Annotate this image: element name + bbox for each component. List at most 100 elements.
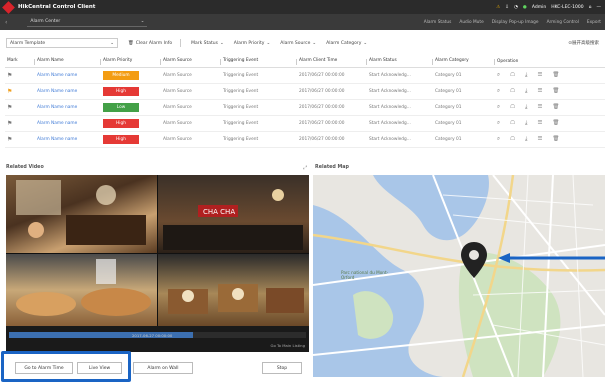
arrow-left-icon <box>498 253 605 263</box>
filter-alarm-source[interactable]: Alarm Source ⌄ <box>280 41 316 46</box>
priority-badge: Low <box>103 102 139 112</box>
warning-icon[interactable]: ⚠ <box>496 5 500 10</box>
alarm-name-cell[interactable]: Alarm Name name <box>35 99 101 116</box>
filter-mark-status[interactable]: Mark Status ⌄ <box>191 41 224 46</box>
table-header: Mark Alarm Name Alarm Priority Alarm Sou… <box>5 56 605 68</box>
advanced-search-label: 展开高级搜索 <box>572 41 599 46</box>
user-label[interactable]: Admin <box>532 5 546 10</box>
alarm-on-wall-button[interactable]: Alarm on Wall <box>133 362 193 374</box>
back-icon[interactable]: ‹ <box>5 19 7 26</box>
download-icon[interactable]: ⤓ <box>525 136 527 143</box>
details-icon[interactable]: ☰ <box>537 72 542 79</box>
source-cell: Alarm Source <box>161 99 221 116</box>
table-row[interactable]: ⚑ Alarm Name name High Alarm Source Triggeri… <box>5 131 605 148</box>
tab-alarm-center[interactable]: Alarm Center ⌄ <box>27 17 148 27</box>
map-pin-icon[interactable] <box>459 240 489 280</box>
status-cell: Start Acknowledg... <box>367 83 433 100</box>
flag-icon[interactable]: ⚑ <box>7 104 12 111</box>
delete-icon[interactable]: 🗑 <box>552 72 559 79</box>
go-to-listing-link[interactable]: Go To Main Listing <box>271 343 305 348</box>
flag-icon[interactable]: ⚑ <box>7 72 12 79</box>
details-icon[interactable]: ☰ <box>537 88 542 95</box>
popup-image-button[interactable]: Display Pop-up Image <box>492 20 539 25</box>
acknowledge-icon[interactable]: ☖ <box>510 136 515 143</box>
table-row[interactable]: ⚑ Alarm Name name High Alarm Source Triggeri… <box>5 115 605 132</box>
search-icon[interactable]: ⌕ <box>497 88 500 95</box>
search-icon[interactable]: ⌕ <box>497 104 500 111</box>
acknowledge-icon[interactable]: ☖ <box>510 72 515 79</box>
highlight-frame <box>1 351 131 382</box>
event-cell: Triggering Event <box>221 115 297 132</box>
col-triggering-event[interactable]: Triggering Event <box>221 56 297 68</box>
details-icon[interactable]: ☰ <box>537 136 542 143</box>
alarm-name-cell[interactable]: Alarm Name name <box>35 115 101 132</box>
col-alarm-status[interactable]: Alarm Status <box>367 56 433 68</box>
delete-icon[interactable]: 🗑 <box>552 136 559 143</box>
video-grid[interactable]: CHA CHA 2017-06-27 00:00:00 Go To Main L… <box>6 175 309 352</box>
table-row[interactable]: ⚑ Alarm Name name High Alarm Source Triggeri… <box>5 83 605 100</box>
priority-cell: High <box>101 115 161 132</box>
acknowledge-icon[interactable]: ☖ <box>510 104 515 111</box>
expand-icon[interactable]: ⤢ <box>303 165 307 171</box>
flag-icon[interactable]: ⚑ <box>7 88 12 95</box>
stop-button[interactable]: Stop <box>262 362 302 374</box>
mark-cell[interactable]: ⚑ <box>5 83 35 100</box>
download-icon[interactable]: ⤓ <box>525 120 527 127</box>
acknowledge-icon[interactable]: ☖ <box>510 120 515 127</box>
mark-cell[interactable]: ⚑ <box>5 99 35 116</box>
trash-icon: 🗑 <box>128 40 134 46</box>
download-icon[interactable]: ⤓ <box>525 104 527 111</box>
audio-mute-button[interactable]: Audio Mute <box>459 20 483 25</box>
filter-alarm-priority[interactable]: Alarm Priority ⌄ <box>234 41 270 46</box>
related-video-title: Related Video <box>6 165 44 170</box>
search-icon[interactable]: ⌕ <box>497 120 500 127</box>
camera-view-1[interactable] <box>6 175 157 253</box>
filter-label: Alarm Source <box>280 40 311 46</box>
mark-cell[interactable]: ⚑ <box>5 131 35 148</box>
table-row[interactable]: ⚑ Alarm Name name Medium Alarm Source Trigge… <box>5 67 605 84</box>
alarm-name-cell[interactable]: Alarm Name name <box>35 67 101 84</box>
details-icon[interactable]: ☰ <box>537 120 542 127</box>
camera-view-4[interactable] <box>158 254 309 326</box>
notification-icon[interactable]: ◔ <box>514 5 518 10</box>
search-icon[interactable]: ⌕ <box>497 136 500 143</box>
download-icon[interactable]: ⤓ <box>525 72 527 79</box>
table-row[interactable]: ⚑ Alarm Name name Low Alarm Source Triggerin… <box>5 99 605 116</box>
flag-icon[interactable]: ⚑ <box>7 136 12 143</box>
download-icon[interactable]: ⤓ <box>525 88 527 95</box>
flag-icon[interactable]: ⚑ <box>7 120 12 127</box>
col-alarm-name[interactable]: Alarm Name <box>35 56 101 68</box>
export-button[interactable]: Export <box>587 20 601 25</box>
search-icon[interactable]: ⌕ <box>497 72 500 79</box>
app-title: HikCentral Control Client <box>18 4 96 10</box>
acknowledge-icon[interactable]: ☖ <box>510 88 515 95</box>
minimize-icon[interactable]: — <box>597 5 602 10</box>
camera-view-2[interactable]: CHA CHA <box>158 175 309 253</box>
mark-cell[interactable]: ⚑ <box>5 115 35 132</box>
col-alarm-category[interactable]: Alarm Category <box>433 56 495 68</box>
col-alarm-client-time[interactable]: Alarm Client Time <box>297 56 367 68</box>
col-alarm-source[interactable]: Alarm Source <box>161 56 221 68</box>
mark-cell[interactable]: ⚑ <box>5 67 35 84</box>
download-icon[interactable]: ⇩ <box>505 5 509 10</box>
arming-control-button[interactable]: Arming Control <box>547 20 579 25</box>
alarm-status-button[interactable]: Alarm Status <box>424 20 452 25</box>
alarm-name-cell[interactable]: Alarm Name name <box>35 131 101 148</box>
timeline-bar[interactable]: 2017-06-27 00:00:00 Go To Main Listing <box>6 326 309 352</box>
col-mark[interactable]: Mark <box>5 56 35 68</box>
details-icon[interactable]: ☰ <box>537 104 542 111</box>
menu-icon[interactable]: ⌂ <box>589 5 592 10</box>
col-alarm-priority[interactable]: Alarm Priority <box>101 56 161 68</box>
delete-icon[interactable]: 🗑 <box>552 120 559 127</box>
delete-icon[interactable]: 🗑 <box>552 104 559 111</box>
delete-icon[interactable]: 🗑 <box>552 88 559 95</box>
advanced-search-button[interactable]: ⊙ 展开高级搜索 <box>568 36 599 50</box>
template-select[interactable]: Alarm Template ⌄ <box>6 38 118 48</box>
clear-alarm-label: Clear Alarm Info <box>135 40 173 46</box>
filter-alarm-category[interactable]: Alarm Category ⌄ <box>326 41 367 46</box>
camera-view-3[interactable] <box>6 254 157 326</box>
alarm-name-cell[interactable]: Alarm Name name <box>35 83 101 100</box>
alarm-table: Mark Alarm Name Alarm Priority Alarm Sou… <box>5 56 605 148</box>
template-value: Alarm Template <box>10 40 46 46</box>
clear-alarm-button[interactable]: 🗑 Clear Alarm Info <box>128 41 172 46</box>
